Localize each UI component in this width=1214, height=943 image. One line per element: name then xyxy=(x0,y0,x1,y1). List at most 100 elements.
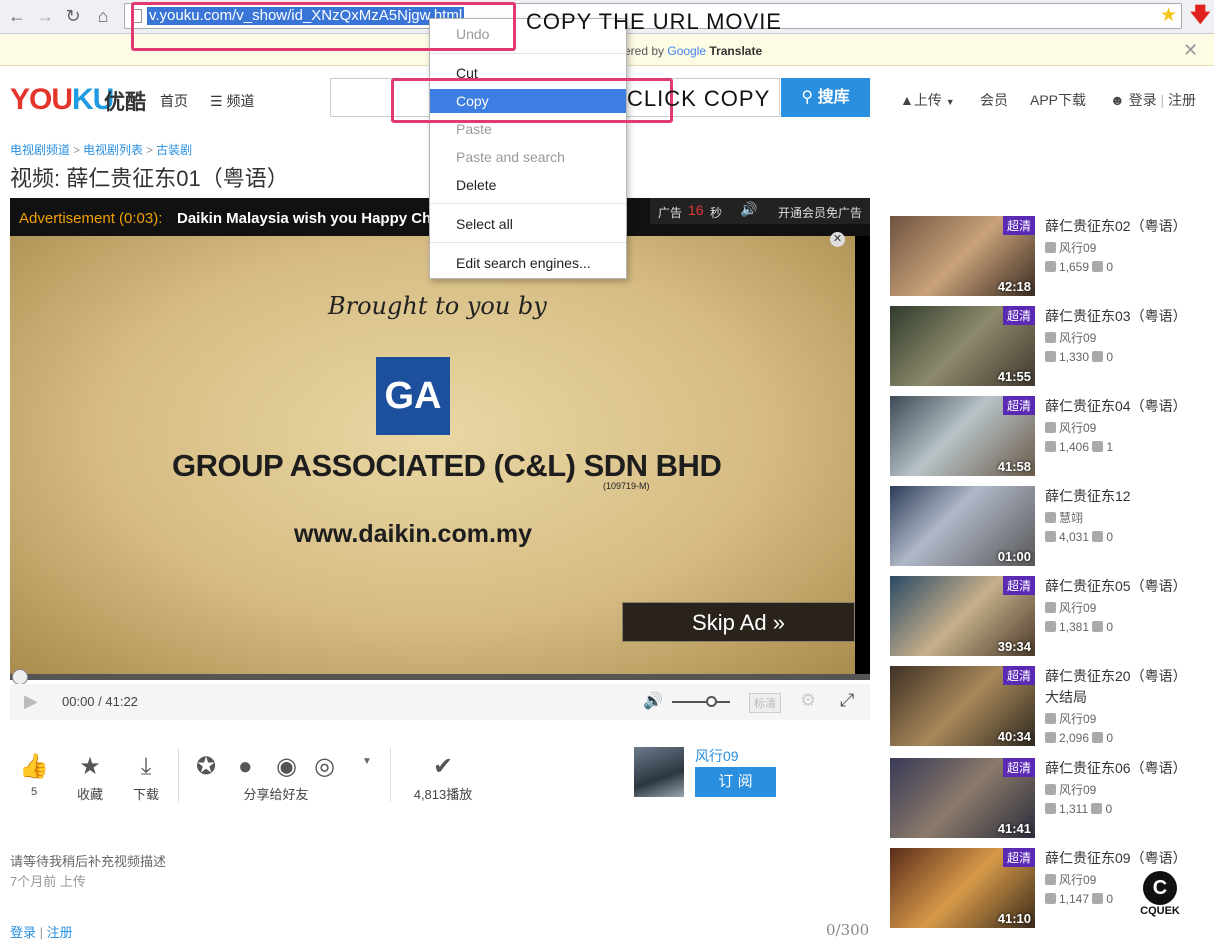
forward-icon[interactable]: → xyxy=(34,5,56,27)
video-thumbnail[interactable]: 01:00 xyxy=(890,486,1035,566)
member-link[interactable]: 会员 xyxy=(980,90,1008,110)
ad-countdown-label: 广告 xyxy=(658,206,683,220)
like-button[interactable]: 👍 5 xyxy=(17,752,51,798)
share-site-icon[interactable]: ✪ xyxy=(196,752,216,782)
video-thumbnail[interactable]: 超清 41:58 xyxy=(890,396,1035,476)
related-title[interactable]: 薛仁贵征东12 xyxy=(1045,486,1131,506)
ad-regno: (109719-M) xyxy=(603,481,650,491)
related-uploader[interactable]: 风行09 xyxy=(1045,599,1096,616)
volume-knob[interactable] xyxy=(706,696,717,707)
plays-stat: ✔ 4,813播放 xyxy=(408,752,478,803)
app-download-link[interactable]: APP下载 xyxy=(1030,90,1086,110)
related-title[interactable]: 薛仁贵征东05（粤语） xyxy=(1045,576,1187,596)
register-link[interactable]: 注册 xyxy=(1168,92,1196,108)
youku-logo[interactable]: YOUKU xyxy=(10,83,114,117)
uploader-name: 风行09 xyxy=(1059,421,1097,435)
subscribe-button[interactable]: 订 阅 xyxy=(695,767,776,797)
menu-item-edit-search-engines[interactable]: Edit search engines... xyxy=(430,251,626,275)
related-uploader[interactable]: 风行09 xyxy=(1045,419,1096,436)
list-item[interactable]: 超清 41:41 薛仁贵征东06（粤语） 风行09 1,311 0 xyxy=(890,758,1210,838)
play-icon[interactable]: ▶ xyxy=(24,691,38,712)
play-count-icon xyxy=(1045,621,1056,632)
progress-knob[interactable] xyxy=(12,669,28,685)
progress-bar[interactable] xyxy=(10,674,870,680)
related-title[interactable]: 薛仁贵征东02（粤语） xyxy=(1045,216,1187,236)
video-thumbnail[interactable]: 超清 39:34 xyxy=(890,576,1035,656)
list-item[interactable]: 超清 40:34 薛仁贵征东20（粤语） 大结局 风行09 2,096 0 xyxy=(890,666,1210,746)
comment-count: 0 xyxy=(1106,731,1114,745)
divider xyxy=(390,748,391,802)
player-controls: ▶ 00:00 / 41:22 🔊 标清 ⚙ ⤢ xyxy=(10,684,870,720)
list-item[interactable]: 超清 39:34 薛仁贵征东05（粤语） 风行09 1,381 0 xyxy=(890,576,1210,656)
related-stats: 4,031 0 xyxy=(1045,530,1113,544)
favorite-button[interactable]: ★ 收藏 xyxy=(72,752,108,803)
download-arrow-icon[interactable]: 🡇 xyxy=(1190,4,1211,26)
video-thumbnail[interactable]: 超清 41:10 xyxy=(890,848,1035,928)
close-ad-icon[interactable]: ✕ xyxy=(830,232,845,247)
checkmark-icon[interactable]: ✔ xyxy=(408,752,478,782)
related-title[interactable]: 薛仁贵征东03（粤语） xyxy=(1045,306,1187,326)
volume-icon[interactable]: 🔊 xyxy=(740,201,757,218)
skip-ad-button[interactable]: Skip Ad » xyxy=(622,602,855,642)
uploader-name[interactable]: 风行09 xyxy=(695,746,739,766)
view-count: 1,381 xyxy=(1059,620,1090,634)
quality-button[interactable]: 标清 xyxy=(749,693,781,713)
breadcrumb-item[interactable]: 电视剧频道 xyxy=(10,143,70,157)
register-link[interactable]: 注册 xyxy=(47,925,73,940)
volume-icon[interactable]: 🔊 xyxy=(643,691,663,711)
nav-home[interactable]: 首页 xyxy=(160,91,188,111)
nav-channels[interactable]: ☰ 频道 xyxy=(210,91,254,111)
download-label: 下载 xyxy=(132,787,159,802)
like-count: 5 xyxy=(30,786,38,798)
list-item[interactable]: 01:00 薛仁贵征东12 慧翊 4,031 0 xyxy=(890,486,1210,566)
related-title[interactable]: 薛仁贵征东06（粤语） xyxy=(1045,758,1187,778)
breadcrumb-item[interactable]: 电视剧列表 xyxy=(83,143,143,157)
reload-icon[interactable]: ↻ xyxy=(62,5,84,27)
related-title[interactable]: 薛仁贵征东09（粤语） xyxy=(1045,848,1187,868)
related-uploader[interactable]: 风行09 xyxy=(1045,710,1096,727)
search-button[interactable]: ⚲ 搜库 xyxy=(781,78,870,117)
related-title[interactable]: 薛仁贵征东04（粤语） xyxy=(1045,396,1187,416)
comment-count: 1 xyxy=(1106,440,1114,454)
user-icon: ☻ xyxy=(1110,92,1125,108)
volume-slider[interactable] xyxy=(672,701,730,703)
menu-item-delete[interactable]: Delete xyxy=(430,173,626,197)
upload-button[interactable]: ▲上传 ▼ xyxy=(900,90,955,110)
ad-creative[interactable]: Brought to you by GA GROUP ASSOCIATED (C… xyxy=(10,236,855,674)
related-uploader[interactable]: 风行09 xyxy=(1045,239,1096,256)
login-link[interactable]: 登录 xyxy=(1129,92,1157,108)
video-thumbnail[interactable]: 超清 40:34 xyxy=(890,666,1035,746)
settings-gear-icon[interactable]: ⚙ xyxy=(800,690,816,711)
related-title-line2[interactable]: 大结局 xyxy=(1045,687,1087,707)
back-icon[interactable]: ← xyxy=(6,5,28,27)
cquek-watermark: C CQUEK xyxy=(1139,871,1181,917)
video-thumbnail[interactable]: 超清 41:41 xyxy=(890,758,1035,838)
avatar[interactable] xyxy=(634,747,684,797)
related-uploader[interactable]: 慧翊 xyxy=(1045,509,1083,526)
vip-no-ads-link[interactable]: 开通会员免广告 xyxy=(778,204,862,221)
list-item[interactable]: 超清 42:18 薛仁贵征东02（粤语） 风行09 1,659 0 xyxy=(890,216,1210,296)
user-icon xyxy=(1045,512,1056,523)
breadcrumb: 电视剧频道 > 电视剧列表 > 古装剧 xyxy=(10,143,193,157)
related-uploader[interactable]: 风行09 xyxy=(1045,329,1096,346)
home-icon[interactable]: ⌂ xyxy=(92,5,114,27)
weibo-icon[interactable]: ◉ xyxy=(276,752,297,782)
list-item[interactable]: 超清 41:55 薛仁贵征东03（粤语） 风行09 1,330 0 xyxy=(890,306,1210,386)
related-uploader[interactable]: 风行09 xyxy=(1045,781,1096,798)
chevron-down-icon[interactable]: ▼ xyxy=(362,756,372,767)
download-button[interactable]: ⤓ 下载 xyxy=(128,752,164,803)
related-title[interactable]: 薛仁贵征东20（粤语） xyxy=(1045,666,1187,686)
breadcrumb-item[interactable]: 古装剧 xyxy=(156,143,192,157)
list-item[interactable]: 超清 41:58 薛仁贵征东04（粤语） 风行09 1,406 1 xyxy=(890,396,1210,476)
video-thumbnail[interactable]: 超清 42:18 xyxy=(890,216,1035,296)
bookmark-star-icon[interactable]: ★ xyxy=(1160,5,1177,27)
video-thumbnail[interactable]: 超清 41:55 xyxy=(890,306,1035,386)
play-count-icon xyxy=(1045,351,1056,362)
menu-item-select-all[interactable]: Select all xyxy=(430,212,626,236)
related-uploader[interactable]: 风行09 xyxy=(1045,871,1096,888)
login-link[interactable]: 登录 xyxy=(10,925,36,940)
wechat-icon[interactable]: ◎ xyxy=(314,752,335,782)
fullscreen-icon[interactable]: ⤢ xyxy=(840,690,854,711)
qq-icon[interactable]: ● xyxy=(238,752,253,782)
close-icon[interactable]: ✕ xyxy=(1183,40,1198,61)
